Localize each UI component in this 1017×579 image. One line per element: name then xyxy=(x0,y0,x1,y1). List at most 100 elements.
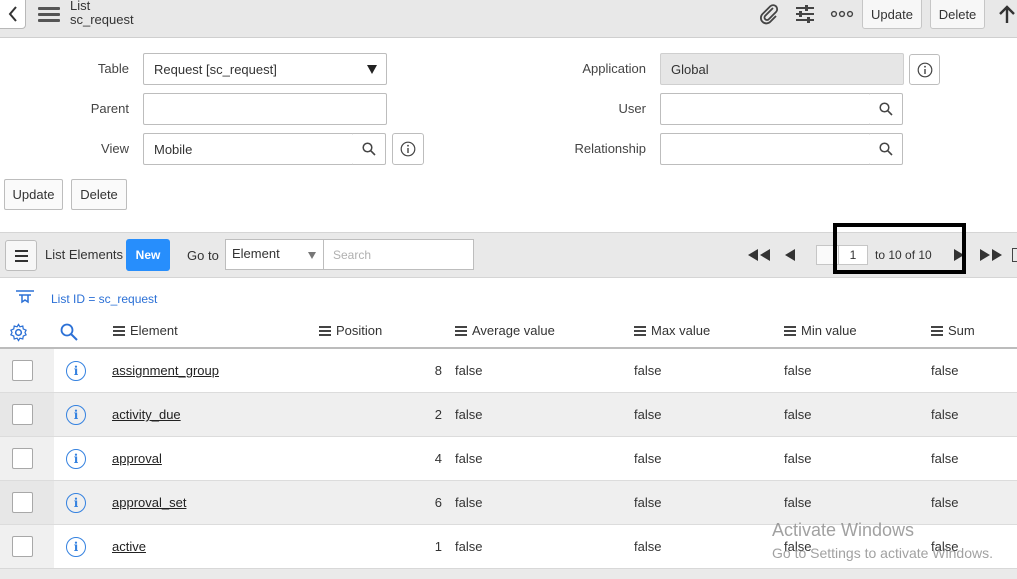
user-lookup-button[interactable] xyxy=(870,93,903,125)
cell-average: false xyxy=(455,407,483,422)
row-info-icon[interactable]: i xyxy=(66,361,86,381)
cell-average: false xyxy=(455,451,483,466)
cell-max: false xyxy=(634,451,662,466)
cell-position: 6 xyxy=(434,495,442,510)
goto-field-select[interactable]: Element xyxy=(225,239,324,270)
cell-sum: false xyxy=(931,407,959,422)
search-icon xyxy=(362,142,376,156)
bottom-scroll-area xyxy=(0,568,1017,579)
table-row: i approval_set 6 false false false false xyxy=(0,481,1017,525)
row-info-icon[interactable]: i xyxy=(66,449,86,469)
filter-breadcrumb[interactable]: List ID = sc_request xyxy=(51,292,157,306)
highlight-box xyxy=(833,223,966,274)
column-menu-icon xyxy=(319,324,331,338)
table-label: Table xyxy=(97,61,129,76)
page-title-line2: sc_request xyxy=(70,12,134,27)
column-menu-icon xyxy=(113,324,125,338)
column-header-min-value[interactable]: Min value xyxy=(784,323,857,338)
view-info-button[interactable] xyxy=(392,133,424,165)
settings-sliders-icon[interactable] xyxy=(792,3,818,25)
goto-field-value: Element xyxy=(232,246,280,261)
previous-page-icon[interactable] xyxy=(784,248,796,265)
row-checkbox[interactable] xyxy=(12,448,33,469)
table-select[interactable]: Request [sc_request] xyxy=(143,53,387,85)
cell-min: false xyxy=(784,363,812,378)
last-page-icon[interactable] xyxy=(978,248,1004,265)
form-delete-button[interactable]: Delete xyxy=(71,179,127,210)
table-row: i approval 4 false false false false xyxy=(0,437,1017,481)
application-field-value: Global xyxy=(671,62,709,77)
goto-search-input[interactable]: Search xyxy=(324,239,474,270)
cell-element[interactable]: assignment_group xyxy=(112,363,219,378)
header-update-button[interactable]: Update xyxy=(862,0,922,29)
relationship-lookup-button[interactable] xyxy=(870,133,903,165)
search-icon xyxy=(879,142,893,156)
cell-average: false xyxy=(455,495,483,510)
dropdown-arrow-icon xyxy=(367,65,377,74)
back-icon xyxy=(8,6,17,22)
column-header-label: Element xyxy=(130,323,178,338)
attachment-icon[interactable] xyxy=(756,3,782,25)
column-header-element[interactable]: Element xyxy=(113,323,178,338)
back-button[interactable] xyxy=(0,0,26,29)
dropdown-arrow-icon xyxy=(308,252,316,259)
cell-max: false xyxy=(634,495,662,510)
first-page-icon[interactable] xyxy=(746,248,772,265)
cell-element[interactable]: active xyxy=(112,539,146,554)
parent-label: Parent xyxy=(90,101,129,116)
new-button[interactable]: New xyxy=(126,239,170,271)
column-header-max-value[interactable]: Max value xyxy=(634,323,710,338)
application-info-button[interactable] xyxy=(909,54,940,85)
cell-max: false xyxy=(634,407,662,422)
cell-average: false xyxy=(455,539,483,554)
column-header-average-value[interactable]: Average value xyxy=(455,323,555,338)
cell-min: false xyxy=(784,451,812,466)
menu-icon[interactable] xyxy=(38,7,60,23)
list-settings-icon[interactable] xyxy=(9,323,28,345)
form-update-button[interactable]: Update xyxy=(4,179,63,210)
column-search-icon[interactable] xyxy=(60,323,78,344)
row-checkbox[interactable] xyxy=(12,492,33,513)
top-header: List sc_request Update Delete xyxy=(0,0,1017,38)
scroll-up-icon[interactable] xyxy=(994,3,1017,25)
relationship-field[interactable] xyxy=(660,133,871,165)
cell-position: 8 xyxy=(434,363,442,378)
filter-icon[interactable] xyxy=(15,289,35,312)
search-icon xyxy=(879,102,893,116)
activation-watermark-subtitle: Go to Settings to activate Windows. xyxy=(772,545,993,561)
user-label: User xyxy=(618,101,646,116)
column-header-label: Position xyxy=(336,323,383,338)
column-header-label: Average value xyxy=(472,323,555,338)
relationship-label: Relationship xyxy=(574,141,646,156)
view-field-value: Mobile xyxy=(154,142,193,157)
cell-sum: false xyxy=(931,451,959,466)
list-context-menu-button[interactable] xyxy=(5,240,37,271)
cell-element[interactable]: approval xyxy=(112,451,162,466)
cell-element[interactable]: activity_due xyxy=(112,407,181,422)
row-info-icon[interactable]: i xyxy=(66,405,86,425)
table-row: i assignment_group 8 false false false f… xyxy=(0,349,1017,393)
column-header-position[interactable]: Position xyxy=(319,323,382,338)
column-menu-icon xyxy=(634,324,646,338)
row-checkbox[interactable] xyxy=(12,360,33,381)
cell-sum: false xyxy=(931,363,959,378)
view-lookup-button[interactable] xyxy=(353,133,386,165)
cell-min: false xyxy=(784,407,812,422)
row-info-icon[interactable]: i xyxy=(66,493,86,513)
parent-field[interactable] xyxy=(143,93,387,125)
view-field[interactable]: Mobile xyxy=(143,133,354,165)
cell-min: false xyxy=(784,495,812,510)
column-header-sum[interactable]: Sum xyxy=(931,323,975,338)
row-checkbox[interactable] xyxy=(12,536,33,557)
toggle-panel-icon[interactable] xyxy=(1012,248,1017,262)
user-field[interactable] xyxy=(660,93,871,125)
more-icon[interactable] xyxy=(829,3,855,25)
row-checkbox[interactable] xyxy=(12,404,33,425)
row-info-icon[interactable]: i xyxy=(66,537,86,557)
cell-average: false xyxy=(455,363,483,378)
cell-position: 4 xyxy=(434,451,442,466)
header-delete-button[interactable]: Delete xyxy=(930,0,985,29)
goto-label: Go to xyxy=(187,248,219,263)
info-icon xyxy=(400,141,416,157)
cell-element[interactable]: approval_set xyxy=(112,495,186,510)
